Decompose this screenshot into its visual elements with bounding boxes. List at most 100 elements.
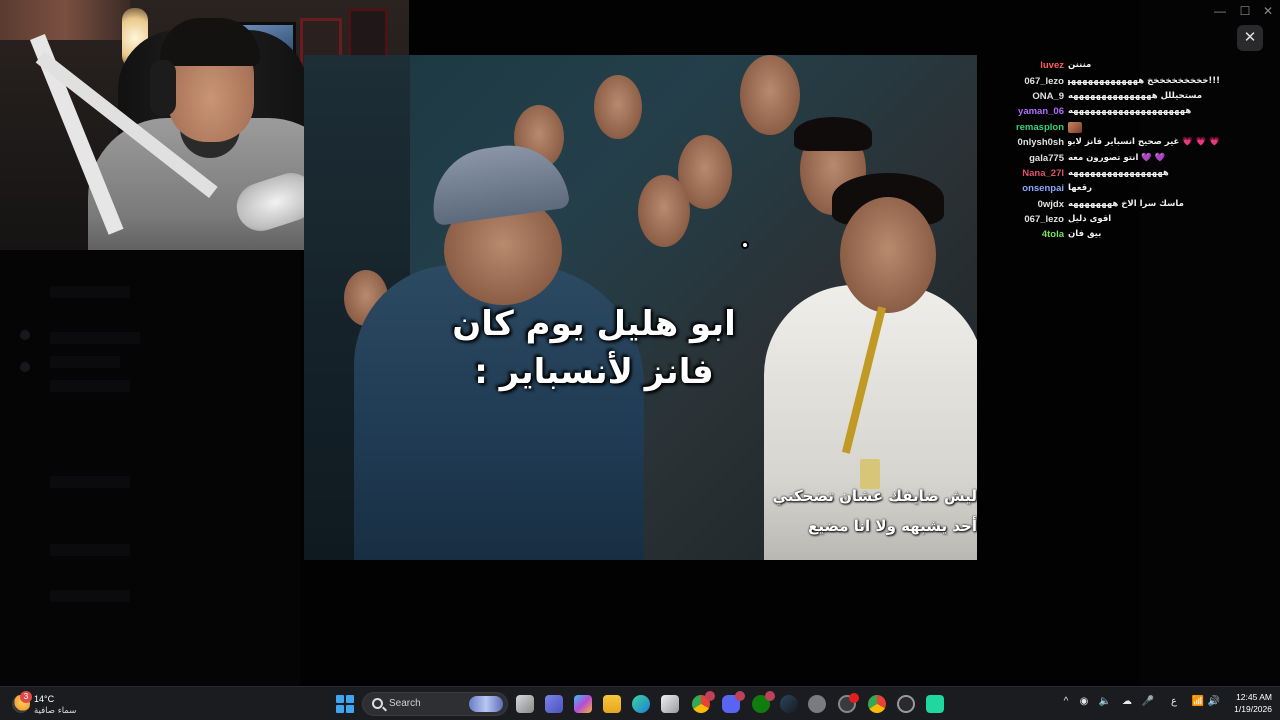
chat-text: منننن bbox=[1068, 60, 1092, 71]
chat-overlay: luvez منننن 067_lezo !!!خخخخخخخخخخ هههههههه… bbox=[1000, 58, 1220, 243]
search-placeholder: Search bbox=[389, 698, 421, 709]
chat-username[interactable]: Nana_27I bbox=[1000, 166, 1068, 181]
task-view-icon[interactable] bbox=[516, 695, 534, 713]
video-subtitle-line2: أحد يشبهه ولا انا مضيع bbox=[808, 517, 977, 535]
chat-username[interactable]: ONA_9 bbox=[1000, 89, 1068, 104]
chat-text: !!!خخخخخخخخخخ هههههههههههههههه bbox=[1068, 75, 1220, 86]
chrome-icon[interactable] bbox=[868, 695, 886, 713]
chat-username[interactable]: 067_lezo bbox=[1000, 74, 1068, 89]
chat-username[interactable]: onsenpai bbox=[1000, 181, 1068, 196]
speaker-icon[interactable]: 🔈 bbox=[1097, 696, 1113, 707]
media-icon[interactable]: ◉ bbox=[1076, 696, 1092, 707]
chevron-up-icon[interactable]: ^ bbox=[1058, 696, 1074, 707]
chat-username[interactable]: gala775 bbox=[1000, 151, 1068, 166]
video-hair bbox=[794, 117, 872, 151]
maximize-button[interactable]: ☐ bbox=[1235, 4, 1255, 18]
obs-icon[interactable] bbox=[838, 693, 859, 713]
settings-gear-icon[interactable] bbox=[808, 695, 826, 713]
video-face bbox=[840, 197, 936, 313]
minimize-button[interactable]: — bbox=[1210, 4, 1230, 18]
bg-row bbox=[50, 356, 120, 368]
edge-icon[interactable] bbox=[632, 695, 650, 713]
volume-icon[interactable]: 🔊 bbox=[1206, 696, 1222, 707]
chat-message: Nana_27I هههههههههههههههههه bbox=[1000, 166, 1220, 181]
app-icon[interactable] bbox=[926, 695, 944, 713]
cloud-icon[interactable]: ☁ bbox=[1119, 696, 1135, 707]
chat-username[interactable]: 4tola bbox=[1000, 227, 1068, 242]
teams-icon[interactable] bbox=[545, 695, 563, 713]
store-icon[interactable] bbox=[661, 695, 679, 713]
chat-message: gala775 💜 💜 انتو تصورون معه bbox=[1000, 150, 1220, 165]
app-icon[interactable] bbox=[897, 695, 915, 713]
chat-text: 💜 💜 انتو تصورون معه bbox=[1068, 152, 1166, 163]
search-highlight-icon bbox=[469, 696, 503, 712]
chat-message: remasplon bbox=[1000, 120, 1220, 135]
search-icon bbox=[372, 698, 383, 709]
steam-icon[interactable] bbox=[780, 695, 798, 713]
wifi-icon[interactable]: 📶 bbox=[1190, 696, 1206, 707]
bg-row bbox=[50, 380, 130, 392]
bg-row bbox=[50, 544, 130, 556]
notification-badge bbox=[849, 693, 859, 703]
chat-message: 0nlysh0sh 💗 💗 💗 غير صحيح انسباير فانز لاب… bbox=[1000, 135, 1220, 150]
notification-badge bbox=[765, 691, 775, 701]
weather-temp: 14°C bbox=[34, 694, 55, 704]
mouse-cursor bbox=[741, 241, 749, 249]
video-badge bbox=[860, 459, 880, 489]
chat-text: اقوى دليل bbox=[1068, 214, 1112, 225]
chat-text: 💗 💗 💗 غير صحيح انسباير فانز لابوهليل 💗 bbox=[1068, 137, 1220, 148]
chat-username[interactable]: luvez bbox=[1000, 58, 1068, 73]
weather-widget[interactable]: 3 14°C سماء صافية bbox=[12, 691, 102, 717]
taskbar-search[interactable]: Search bbox=[362, 692, 508, 716]
windows-logo-icon bbox=[346, 695, 354, 703]
desktop: — ☐ ✕ ابو هليل يوم كان فانز لأنسباير: ل… bbox=[0, 0, 1280, 720]
bg-icon bbox=[20, 362, 30, 372]
chat-message: 067_lezo اقوى دليل bbox=[1000, 212, 1220, 227]
clock-time: 12:45 AM bbox=[1236, 692, 1272, 702]
windows-logo-icon bbox=[336, 695, 344, 703]
weather-desc: سماء صافية bbox=[34, 706, 77, 716]
window-close-button[interactable]: ✕ bbox=[1258, 4, 1278, 18]
close-overlay-button[interactable]: ✕ bbox=[1237, 25, 1263, 51]
chat-text: ماسك سرا الاخ ههههههههه bbox=[1068, 198, 1184, 209]
start-button[interactable] bbox=[336, 695, 354, 713]
copilot-icon[interactable] bbox=[574, 695, 592, 713]
chat-message: ONA_9 مستحيللل هههههههههههههههه bbox=[1000, 89, 1220, 104]
bg-row bbox=[50, 332, 140, 344]
chat-message: yaman_06 هههههههههههههههههههههه bbox=[1000, 104, 1220, 119]
taskbar: 3 14°C سماء صافية Search ^ ◉ 🔈 ☁ 🎤 ع 📶 🔊… bbox=[0, 686, 1280, 720]
chat-username[interactable]: 0wjdx bbox=[1000, 197, 1068, 212]
chat-message: 067_lezo !!!خخخخخخخخخخ هههههههههههههههه bbox=[1000, 73, 1220, 88]
video-face bbox=[638, 175, 690, 247]
chat-message: 4tola بيق فان bbox=[1000, 227, 1220, 242]
chat-username[interactable]: yaman_06 bbox=[1000, 104, 1068, 119]
background-discord-panel bbox=[0, 250, 300, 686]
file-explorer-icon[interactable] bbox=[603, 695, 621, 713]
video-caption: ابو هليل يوم كان فانز لأنسباير : bbox=[452, 304, 736, 392]
chat-text: رقعها bbox=[1068, 183, 1093, 194]
notification-badge bbox=[735, 691, 745, 701]
bg-row bbox=[50, 590, 130, 602]
chat-text: مستحيللل هههههههههههههههه bbox=[1068, 90, 1203, 101]
video-face bbox=[594, 75, 642, 139]
chrome-icon[interactable] bbox=[692, 691, 715, 713]
chat-username[interactable]: 0nlysh0sh bbox=[1000, 135, 1068, 150]
video-player[interactable]: ابو هليل يوم كان فانز لأنسباير : ليش ضاي… bbox=[304, 55, 977, 560]
chat-text: بيق فان bbox=[1068, 229, 1102, 240]
notification-badge bbox=[705, 691, 715, 701]
chat-text: هههههههههههههههههههههه bbox=[1068, 106, 1192, 117]
video-face bbox=[740, 55, 800, 135]
chat-text: هههههههههههههههههه bbox=[1068, 167, 1169, 178]
discord-icon[interactable] bbox=[722, 691, 745, 713]
cam-headphones bbox=[150, 60, 176, 116]
xbox-icon[interactable] bbox=[752, 691, 775, 713]
weather-badge: 3 bbox=[20, 691, 32, 703]
chat-emote-icon bbox=[1068, 121, 1082, 133]
bg-row bbox=[50, 476, 130, 488]
chat-message: 0wjdx ماسك سرا الاخ ههههههههه bbox=[1000, 197, 1220, 212]
chat-username[interactable]: 067_lezo bbox=[1000, 212, 1068, 227]
clock[interactable]: 12:45 AM 1/19/2026 bbox=[1222, 691, 1272, 715]
language-indicator[interactable]: ع bbox=[1166, 696, 1182, 707]
chat-username[interactable]: remasplon bbox=[1000, 120, 1068, 135]
microphone-icon[interactable]: 🎤 bbox=[1140, 696, 1156, 707]
